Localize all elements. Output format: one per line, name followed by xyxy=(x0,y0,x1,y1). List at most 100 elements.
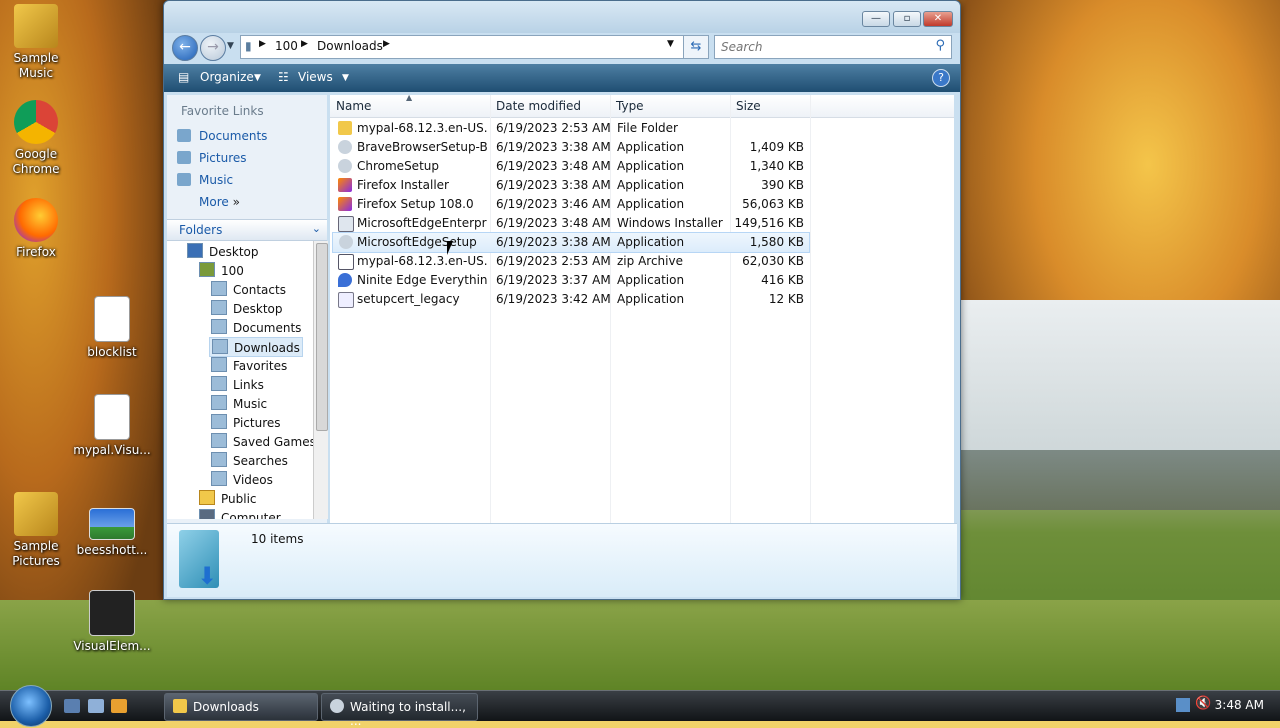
folder-icon xyxy=(173,699,187,713)
document-icon xyxy=(94,394,130,440)
breadcrumb-downloads[interactable]: Downloads xyxy=(317,39,383,53)
file-row[interactable]: setupcert_legacy 6/19/2023 3:42 AM Appli… xyxy=(332,290,808,309)
details-pane: ⬇ 10 items xyxy=(167,523,957,597)
media-player-icon[interactable] xyxy=(111,699,127,713)
tree-item-documents[interactable]: Documents xyxy=(211,319,301,335)
taskbar-item-downloads[interactable]: Downloads xyxy=(164,693,318,721)
folders-header[interactable]: Folders ⌄ xyxy=(167,219,327,241)
tree-item-music[interactable]: Music xyxy=(211,395,267,411)
desktop-icon-mypal-visual[interactable]: mypal.Visu... xyxy=(72,394,152,458)
file-row[interactable]: ChromeSetup 6/19/2023 3:48 AM Applicatio… xyxy=(332,157,808,176)
search-icon[interactable]: ⚲ xyxy=(935,38,945,53)
file-row[interactable]: Ninite Edge Everything... 6/19/2023 3:37… xyxy=(332,271,808,290)
double-chevron-icon: » xyxy=(232,195,240,209)
more-links-button[interactable]: More » xyxy=(199,195,240,209)
videos-folder-icon xyxy=(211,471,227,486)
network-icon[interactable] xyxy=(1176,698,1190,712)
tree-item-searches[interactable]: Searches xyxy=(211,452,288,468)
desktop-icon-sample-music[interactable]: Sample Music xyxy=(0,4,76,81)
tree-item-links[interactable]: Links xyxy=(211,376,264,392)
file-row[interactable]: mypal-68.12.3.en-US.w... 6/19/2023 2:53 … xyxy=(332,119,808,138)
file-row-hovered[interactable]: MicrosoftEdgeSetup 6/19/2023 3:38 AM App… xyxy=(332,232,810,253)
column-header-name[interactable]: Name xyxy=(336,99,371,113)
file-row[interactable]: Firefox Installer 6/19/2023 3:38 AM Appl… xyxy=(332,176,808,195)
installer-icon xyxy=(338,140,352,154)
file-row[interactable]: BraveBrowserSetup-BR... 6/19/2023 3:38 A… xyxy=(332,138,808,157)
show-desktop-icon[interactable] xyxy=(64,699,80,713)
organize-button[interactable]: Organize xyxy=(200,70,254,84)
chrome-icon xyxy=(14,100,58,144)
back-button[interactable]: ← xyxy=(172,35,198,61)
column-divider xyxy=(810,95,811,523)
switch-windows-icon[interactable] xyxy=(88,699,104,713)
tree-item-desktop[interactable]: Desktop xyxy=(211,300,283,316)
tree-item-favorites[interactable]: Favorites xyxy=(211,357,287,373)
file-row[interactable]: MicrosoftEdgeEnterpri... 6/19/2023 3:48 … xyxy=(332,214,808,233)
tree-item-100[interactable]: 100 xyxy=(199,262,244,278)
organize-icon: ▤ xyxy=(178,70,190,84)
wallpaper-sky xyxy=(960,300,1280,460)
file-list: Name ▲ Date modified Type Size mypal-68.… xyxy=(330,93,954,523)
favorite-link-pictures[interactable]: Pictures xyxy=(177,151,247,165)
image-thumbnail-icon xyxy=(89,508,135,540)
collapse-chevron-icon[interactable]: ⌄ xyxy=(312,222,321,235)
title-bar[interactable]: — ▫ ✕ xyxy=(164,1,960,33)
favorite-link-music[interactable]: Music xyxy=(177,173,233,187)
views-button[interactable]: Views xyxy=(298,70,333,84)
address-dropdown-icon[interactable]: ▼ xyxy=(667,39,674,49)
search-input[interactable] xyxy=(719,39,923,55)
desktop-icon-google-chrome[interactable]: Google Chrome xyxy=(0,100,76,177)
tree-item-downloads[interactable]: Downloads xyxy=(209,337,303,357)
search-box[interactable]: ⚲ xyxy=(714,35,952,59)
contacts-icon xyxy=(211,281,227,296)
wallpaper-grass xyxy=(0,600,1280,690)
close-button[interactable]: ✕ xyxy=(923,11,953,27)
tree-item-saved-games[interactable]: Saved Games xyxy=(211,433,313,449)
pictures-icon xyxy=(177,151,191,164)
command-toolbar: ▤ Organize ▼ ☷ Views ▼ ? xyxy=(164,64,960,92)
folder-icon: ▮ xyxy=(245,39,252,53)
firefox-installer-icon xyxy=(338,197,352,211)
clock[interactable]: 3:48 AM xyxy=(1215,698,1264,712)
tree-item-pictures[interactable]: Pictures xyxy=(211,414,281,430)
tree-item-contacts[interactable]: Contacts xyxy=(211,281,286,297)
mouse-cursor-icon xyxy=(447,241,459,255)
start-button[interactable] xyxy=(10,685,52,727)
sort-arrow-icon: ▲ xyxy=(406,93,413,102)
file-row[interactable]: mypal-68.12.3.en-US.w... 6/19/2023 2:53 … xyxy=(332,252,808,271)
forward-button[interactable]: → xyxy=(200,35,226,61)
desktop-icon-blocklist[interactable]: blocklist xyxy=(72,296,152,360)
breadcrumb-chevron-icon: ▶ xyxy=(259,39,266,49)
desktop-icon-screenshot[interactable]: beesshott... xyxy=(72,508,152,558)
refresh-button[interactable]: ⇆ xyxy=(683,35,709,59)
tree-item-public[interactable]: Public xyxy=(199,490,257,506)
column-header-size[interactable]: Size xyxy=(736,99,761,113)
scrollbar-thumb[interactable] xyxy=(316,243,328,431)
minimize-button[interactable]: — xyxy=(862,11,890,27)
desktop-icon-firefox[interactable]: Firefox xyxy=(0,198,76,260)
wallpaper-hill xyxy=(960,450,1280,510)
tree-item-computer[interactable]: Computer xyxy=(199,509,281,519)
desktop-icon-visualelements[interactable]: VisualElem... xyxy=(72,590,152,654)
application-icon xyxy=(338,292,354,308)
views-dropdown-icon[interactable]: ▼ xyxy=(342,73,349,83)
help-button[interactable]: ? xyxy=(932,69,950,87)
tree-item-desktop-root[interactable]: Desktop xyxy=(187,243,259,259)
recent-pages-dropdown-icon[interactable]: ▼ xyxy=(227,41,234,51)
address-bar[interactable]: ▮ ▶ 100 ▶ Downloads ▶ ▼ xyxy=(240,35,684,59)
tree-scrollbar[interactable] xyxy=(313,241,328,519)
file-row[interactable]: Firefox Setup 108.0 6/19/2023 3:46 AM Ap… xyxy=(332,195,808,214)
installer-icon xyxy=(338,159,352,173)
maximize-button[interactable]: ▫ xyxy=(893,11,921,27)
tree-item-videos[interactable]: Videos xyxy=(211,471,273,487)
column-header-type[interactable]: Type xyxy=(616,99,644,113)
breadcrumb-chevron-icon: ▶ xyxy=(301,39,308,49)
taskbar-item-installer[interactable]: Waiting to install..., ... xyxy=(321,693,478,728)
favorite-link-documents[interactable]: Documents xyxy=(177,129,267,143)
desktop-icon-sample-pictures[interactable]: Sample Pictures xyxy=(0,492,76,569)
document-icon xyxy=(94,296,130,342)
folder-icon xyxy=(14,4,58,48)
column-header-date-modified[interactable]: Date modified xyxy=(496,99,581,113)
volume-muted-icon[interactable]: 🔇 xyxy=(1195,696,1211,711)
breadcrumb-100[interactable]: 100 xyxy=(275,39,298,53)
